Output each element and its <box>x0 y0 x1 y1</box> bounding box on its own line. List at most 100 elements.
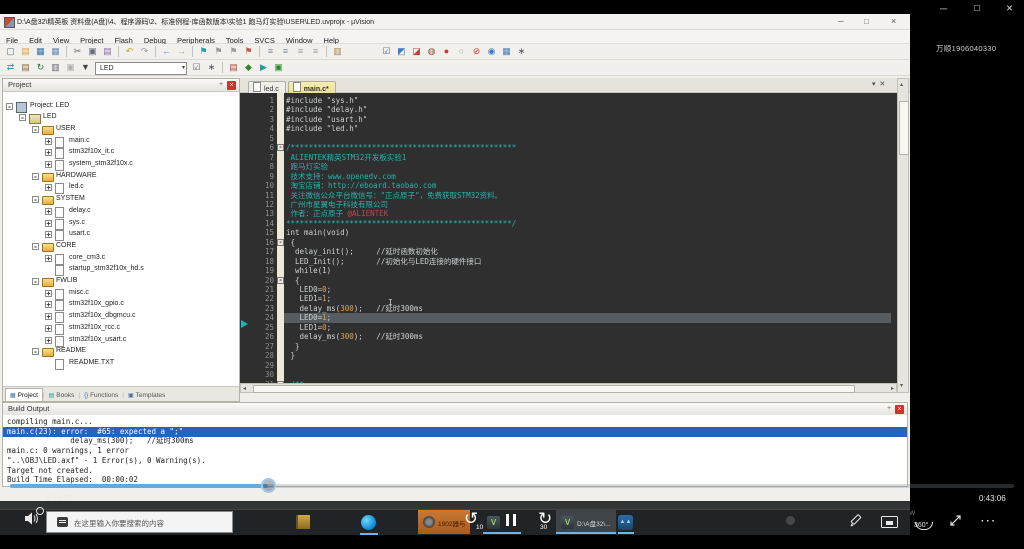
collapse-icon[interactable]: - <box>32 173 39 180</box>
insert-bookmark-icon[interactable]: ⚑ <box>197 45 210 58</box>
expand-icon[interactable]: + <box>45 220 52 227</box>
show-current-statement-icon[interactable]: ◉ <box>485 45 498 58</box>
collapse-icon[interactable]: - <box>32 243 39 250</box>
expand-icon[interactable]: + <box>45 184 52 191</box>
expand-icon[interactable]: + <box>45 325 52 332</box>
volume-button[interactable] <box>25 512 40 525</box>
next-bookmark-icon[interactable]: ⚑ <box>227 45 240 58</box>
stop-build-icon[interactable]: ▣ <box>64 61 77 74</box>
edit-pencil-icon[interactable] <box>849 514 863 528</box>
code-editor[interactable]: 1#include "sys.h"2#include "delay.h"3#in… <box>240 93 897 383</box>
expand-icon[interactable]: + <box>45 290 52 297</box>
build-log-line[interactable]: compiling main.c... <box>3 417 907 427</box>
navigate-forward-icon[interactable]: → <box>175 45 188 58</box>
uncomment-selection-icon[interactable]: ≡ <box>309 45 322 58</box>
player-minimize-button[interactable]: ─ <box>940 5 947 15</box>
redo-icon[interactable]: ↷ <box>138 45 151 58</box>
taskbar-item-edge-icon[interactable] <box>361 515 376 530</box>
expand-icon[interactable]: + <box>45 337 52 344</box>
configure-tools-icon[interactable]: ∗ <box>515 45 528 58</box>
collapse-icon[interactable]: - <box>32 126 39 133</box>
scrollbar-thumb[interactable] <box>899 101 909 155</box>
collapse-icon[interactable]: - <box>32 278 39 285</box>
select-software-packs-icon[interactable]: ▶ <box>257 61 270 74</box>
find-in-files-icon[interactable]: ▥ <box>331 45 344 58</box>
editor-horizontal-scrollbar[interactable]: ◂ ▸ <box>240 383 897 393</box>
breakpoint-icon[interactable]: ● <box>440 45 453 58</box>
expand-icon[interactable]: + <box>45 231 52 238</box>
panel-tab-project[interactable]: ▦Project <box>5 388 43 401</box>
build-output-log[interactable]: compiling main.c...main.c(23): error: #6… <box>3 415 907 486</box>
collapse-icon[interactable]: - <box>6 103 13 110</box>
start-stop-debug-icon[interactable]: ◩ <box>395 45 408 58</box>
paste-icon[interactable]: ▤ <box>101 45 114 58</box>
close-icon[interactable]: × <box>895 405 904 414</box>
panel-tab-books[interactable]: ▤Books <box>45 389 79 401</box>
manage-project-items-icon[interactable]: ▤ <box>227 61 240 74</box>
uvision-restore-button[interactable]: □ <box>864 18 869 26</box>
taskbar-item-notebook-icon[interactable] <box>296 515 310 529</box>
mini-player-icon[interactable] <box>881 516 898 528</box>
collapse-icon[interactable]: - <box>32 348 39 355</box>
download-to-flash-icon[interactable]: ▼ <box>79 61 92 74</box>
pin-icon[interactable]: + <box>885 405 893 413</box>
build-icon[interactable]: ▤ <box>19 61 32 74</box>
batch-build-icon[interactable]: ▥ <box>49 61 62 74</box>
tab-list-dropdown-icon[interactable]: ▾ <box>872 81 876 88</box>
save-icon[interactable]: ▦ <box>34 45 47 58</box>
clear-bookmarks-icon[interactable]: ⚑ <box>242 45 255 58</box>
taskbar-item-keil-active[interactable]: V D:\A盘32\... <box>556 510 616 534</box>
expand-icon[interactable]: + <box>45 255 52 262</box>
navigate-back-icon[interactable]: ← <box>160 45 173 58</box>
panel-tab-functions[interactable]: {}Functions <box>80 389 122 401</box>
file-extensions-icon[interactable]: ▣ <box>272 61 285 74</box>
save-all-icon[interactable]: ▦ <box>49 45 62 58</box>
more-options-button[interactable]: ··· <box>981 516 997 527</box>
pause-button[interactable] <box>506 513 520 531</box>
fold-collapse-icon[interactable]: - <box>277 144 284 151</box>
collapse-icon[interactable]: - <box>19 114 26 121</box>
insert-remove-breakpoint-tool-icon[interactable]: ◪ <box>410 45 423 58</box>
player-close-button[interactable]: × <box>1006 3 1013 13</box>
collapse-icon[interactable]: - <box>32 196 39 203</box>
editor-vertical-scrollbar[interactable]: ▴ ▾ <box>897 78 909 393</box>
fullscreen-icon[interactable] <box>949 514 962 527</box>
manage-run-time-environment-icon[interactable]: ◆ <box>242 61 255 74</box>
uvision-close-button[interactable]: × <box>891 17 896 25</box>
build-log-line[interactable]: main.c: 0 warnings, 1 error <box>3 446 907 456</box>
indent-icon[interactable]: ≡ <box>264 45 277 58</box>
comment-selection-icon[interactable]: ≡ <box>294 45 307 58</box>
target-select[interactable]: LED▾ <box>95 62 187 75</box>
build-log-line[interactable]: delay_ms(300); //延时300ms <box>3 436 907 446</box>
find-icon[interactable]: ◍ <box>425 45 438 58</box>
rebuild-icon[interactable]: ↻ <box>34 61 47 74</box>
build-log-line[interactable]: "..\OBJ\LED.axf" - 1 Error(s), 0 Warning… <box>3 456 907 466</box>
new-file-icon[interactable]: ▢ <box>4 45 17 58</box>
tray-icon[interactable] <box>786 516 795 525</box>
open-icon[interactable]: ▤ <box>19 45 32 58</box>
kill-all-breakpoints-icon[interactable]: ⊘ <box>470 45 483 58</box>
expand-icon[interactable]: + <box>45 161 52 168</box>
undo-icon[interactable]: ↶ <box>123 45 136 58</box>
taskbar-search-input[interactable]: 在这里输入你要搜索的内容 <box>46 511 233 533</box>
prev-bookmark-icon[interactable]: ⚑ <box>212 45 225 58</box>
expand-icon[interactable]: + <box>45 301 52 308</box>
cut-icon[interactable]: ✂ <box>71 45 84 58</box>
fold-collapse-icon[interactable]: - <box>277 239 284 246</box>
uvision-minimize-button[interactable]: ─ <box>838 18 844 26</box>
magic-wand-icon[interactable]: ∗ <box>205 61 218 74</box>
taskbar-item-media-player[interactable]: 1902器与 <box>418 510 470 534</box>
seek-bar-handle[interactable] <box>261 478 276 493</box>
expand-icon[interactable]: + <box>45 149 52 156</box>
outdent-icon[interactable]: ≡ <box>279 45 292 58</box>
taskbar-item-blue-app[interactable]: ▲▲ <box>618 510 638 534</box>
rotate-360-button[interactable]: 360° <box>914 514 932 530</box>
fold-collapse-icon[interactable]: - <box>277 277 284 284</box>
expand-icon[interactable]: + <box>45 138 52 145</box>
rewind-10-button[interactable]: ↺ <box>464 509 478 529</box>
scrollbar-thumb[interactable] <box>253 385 855 393</box>
options-for-target-icon[interactable]: ☑ <box>190 61 203 74</box>
forward-30-button[interactable]: ↻ <box>538 509 552 529</box>
player-restore-button[interactable]: □ <box>974 4 980 14</box>
copy-icon[interactable]: ▣ <box>86 45 99 58</box>
